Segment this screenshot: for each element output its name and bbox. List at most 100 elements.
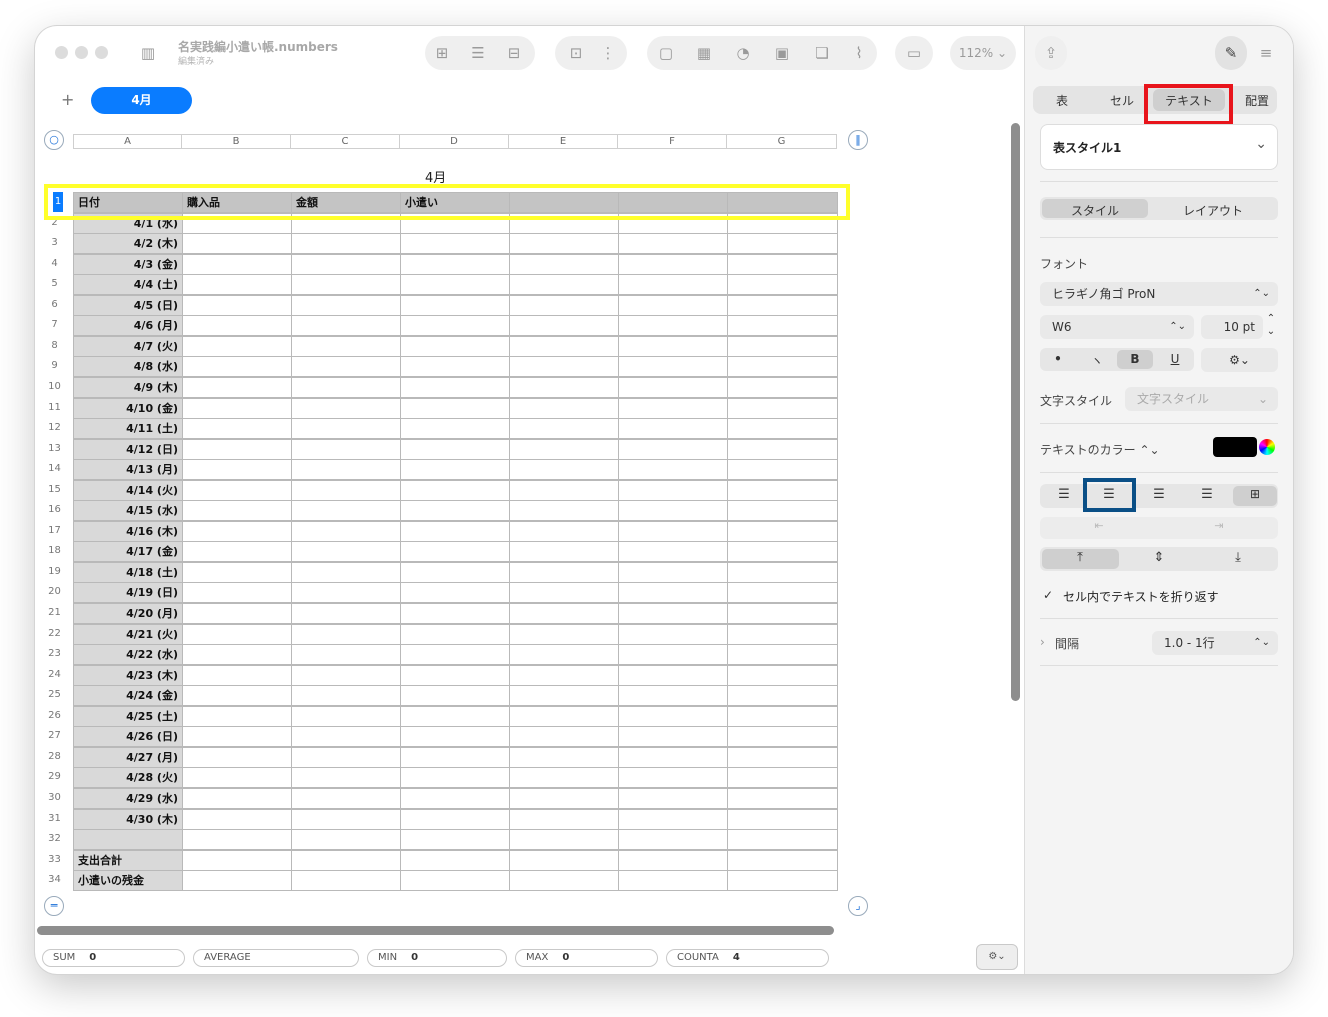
- column-header-c[interactable]: C: [291, 134, 400, 149]
- table-cell[interactable]: [182, 624, 292, 645]
- date-cell[interactable]: 4/12 (日): [73, 439, 183, 460]
- table-cell[interactable]: [509, 644, 619, 665]
- table-cell[interactable]: [509, 254, 619, 275]
- row-number[interactable]: 25: [46, 685, 63, 705]
- table-cell[interactable]: [291, 439, 401, 460]
- table-cell[interactable]: [727, 706, 838, 727]
- row-number[interactable]: 16: [46, 500, 63, 520]
- table-cell[interactable]: [182, 500, 292, 521]
- table-cell[interactable]: [509, 767, 619, 788]
- table-cell[interactable]: [182, 603, 292, 624]
- table-cell[interactable]: [618, 685, 728, 706]
- table-cell[interactable]: [291, 315, 401, 336]
- table-cell[interactable]: [400, 377, 510, 398]
- table-cell[interactable]: [509, 398, 619, 419]
- date-cell[interactable]: 4/10 (金): [73, 398, 183, 419]
- table-cell[interactable]: [727, 233, 838, 254]
- table-cell[interactable]: [182, 295, 292, 316]
- table-cell[interactable]: [618, 541, 728, 562]
- summary-label-cell[interactable]: 支出合計: [73, 850, 183, 871]
- row-number[interactable]: 15: [46, 480, 63, 500]
- table-cell[interactable]: [182, 829, 292, 850]
- table-cell[interactable]: [618, 480, 728, 501]
- table-cell[interactable]: [291, 850, 401, 871]
- blank-cell[interactable]: [73, 829, 183, 850]
- table-cell[interactable]: [727, 767, 838, 788]
- date-cell[interactable]: 4/16 (木): [73, 521, 183, 542]
- italic-button[interactable]: ヽ: [1084, 352, 1110, 369]
- table-cell[interactable]: [182, 809, 292, 830]
- table-cell[interactable]: [618, 809, 728, 830]
- row-number[interactable]: 32: [46, 829, 63, 849]
- table-cell[interactable]: [400, 315, 510, 336]
- table-cell[interactable]: [727, 254, 838, 275]
- subtab-style[interactable]: スタイル: [1042, 202, 1148, 219]
- table-cell[interactable]: [727, 295, 838, 316]
- table-cell[interactable]: [618, 747, 728, 768]
- table-cell[interactable]: [182, 685, 292, 706]
- table-cell[interactable]: [400, 706, 510, 727]
- table-cell[interactable]: [509, 624, 619, 645]
- table-cell[interactable]: [509, 521, 619, 542]
- gear-menu-icon[interactable]: ⚙⌄: [976, 944, 1018, 970]
- valign-bottom-icon[interactable]: ⤓: [1226, 550, 1250, 565]
- table-cell[interactable]: [400, 439, 510, 460]
- table-cell[interactable]: [509, 439, 619, 460]
- column-header-d[interactable]: D: [400, 134, 509, 149]
- table-cell[interactable]: [618, 459, 728, 480]
- zoom-window-button[interactable]: [95, 46, 108, 59]
- table-cell[interactable]: [400, 747, 510, 768]
- date-cell[interactable]: 4/7 (火): [73, 336, 183, 357]
- column-resize-handle[interactable]: ‖: [848, 130, 868, 150]
- table-cell[interactable]: [400, 726, 510, 747]
- table-cell[interactable]: [400, 500, 510, 521]
- zoom-select[interactable]: 112% ⌄: [950, 36, 1016, 70]
- table-cell[interactable]: [182, 726, 292, 747]
- date-cell[interactable]: 4/3 (金): [73, 254, 183, 275]
- date-cell[interactable]: 4/21 (火): [73, 624, 183, 645]
- table-cell[interactable]: [727, 726, 838, 747]
- table-cell[interactable]: [618, 767, 728, 788]
- row-number[interactable]: 22: [46, 624, 63, 644]
- table-cell[interactable]: [400, 644, 510, 665]
- table-cell[interactable]: [727, 541, 838, 562]
- date-cell[interactable]: 4/11 (土): [73, 418, 183, 439]
- date-cell[interactable]: 4/26 (日): [73, 726, 183, 747]
- minimize-window-button[interactable]: [75, 46, 88, 59]
- date-cell[interactable]: 4/23 (木): [73, 665, 183, 686]
- table-cell[interactable]: [727, 747, 838, 768]
- table-cell[interactable]: [182, 439, 292, 460]
- table-cell[interactable]: [291, 685, 401, 706]
- table-cell[interactable]: [618, 336, 728, 357]
- table-cell[interactable]: [618, 418, 728, 439]
- row-number[interactable]: 7: [46, 315, 63, 335]
- share-icon[interactable]: ⇪: [1040, 44, 1062, 62]
- table-cell[interactable]: [618, 644, 728, 665]
- row-number[interactable]: 17: [46, 521, 63, 541]
- table-cell[interactable]: [182, 418, 292, 439]
- table-cell[interactable]: [618, 850, 728, 871]
- wrap-text-checkbox-icon[interactable]: ✓: [1041, 588, 1055, 602]
- table-cell[interactable]: [509, 295, 619, 316]
- row-number[interactable]: 18: [46, 541, 63, 561]
- min-pill[interactable]: MIN 0: [367, 949, 507, 967]
- table-cell[interactable]: [509, 274, 619, 295]
- table-cell[interactable]: [727, 809, 838, 830]
- table-cell[interactable]: [509, 315, 619, 336]
- column-header-e[interactable]: E: [509, 134, 618, 149]
- table-cell[interactable]: [618, 233, 728, 254]
- row-number[interactable]: 34: [46, 870, 63, 890]
- row-number[interactable]: 8: [46, 336, 63, 356]
- table-cell[interactable]: [400, 295, 510, 316]
- table-cell[interactable]: [727, 788, 838, 809]
- table-cell[interactable]: [509, 418, 619, 439]
- table-cell[interactable]: [618, 624, 728, 645]
- table-cell[interactable]: [509, 377, 619, 398]
- row-number[interactable]: 19: [46, 562, 63, 582]
- table-cell[interactable]: [182, 706, 292, 727]
- align-left-icon[interactable]: ☰: [1052, 487, 1076, 502]
- table-cell[interactable]: [291, 541, 401, 562]
- table-cell[interactable]: [400, 254, 510, 275]
- table-cell[interactable]: [509, 541, 619, 562]
- table-cell[interactable]: [291, 274, 401, 295]
